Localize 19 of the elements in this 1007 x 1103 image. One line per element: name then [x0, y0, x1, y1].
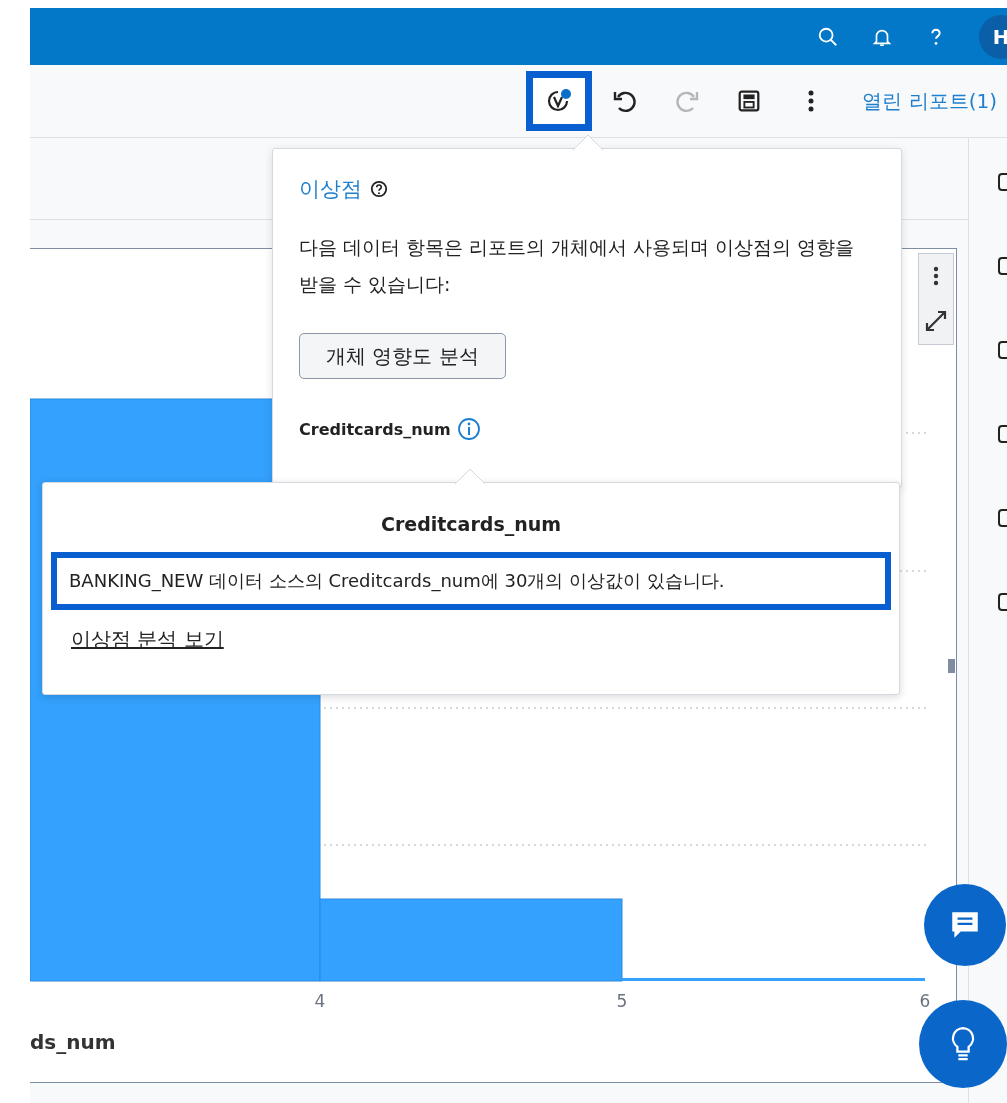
info-icon[interactable] [456, 417, 481, 441]
outlier-analysis-link[interactable]: 이상점 분석 보기 [71, 626, 224, 653]
scroll-handle[interactable] [948, 659, 955, 673]
open-reports-link[interactable]: 열린 리포트(1) [862, 87, 997, 115]
x-tick-label: 5 [616, 991, 628, 1011]
x-tick-label: 6 [919, 991, 931, 1011]
outlier-message: BANKING_NEW 데이터 소스의 Creditcards_num에 30개의 이상값이 있습니다. [51, 552, 891, 610]
x-axis-label: ds_num [30, 1030, 116, 1054]
data-item-label: Creditcards_num [299, 419, 451, 439]
expand-icon[interactable] [923, 308, 949, 334]
popover-description: 다음 데이터 항목은 리포트의 개체에서 사용되며 이상점의 영향을 받을 수 있습니다: [299, 235, 856, 297]
help-icon[interactable] [370, 180, 388, 198]
user-avatar[interactable]: H [979, 14, 1007, 59]
search-icon[interactable] [817, 25, 839, 48]
popover-title: Creditcards_num [380, 513, 562, 535]
x-tick-label: 4 [314, 991, 326, 1011]
impact-analysis-button[interactable]: 개체 영향도 분석 [299, 333, 506, 379]
popover-title: 이상점 [299, 176, 362, 203]
more-icon[interactable] [932, 264, 940, 288]
